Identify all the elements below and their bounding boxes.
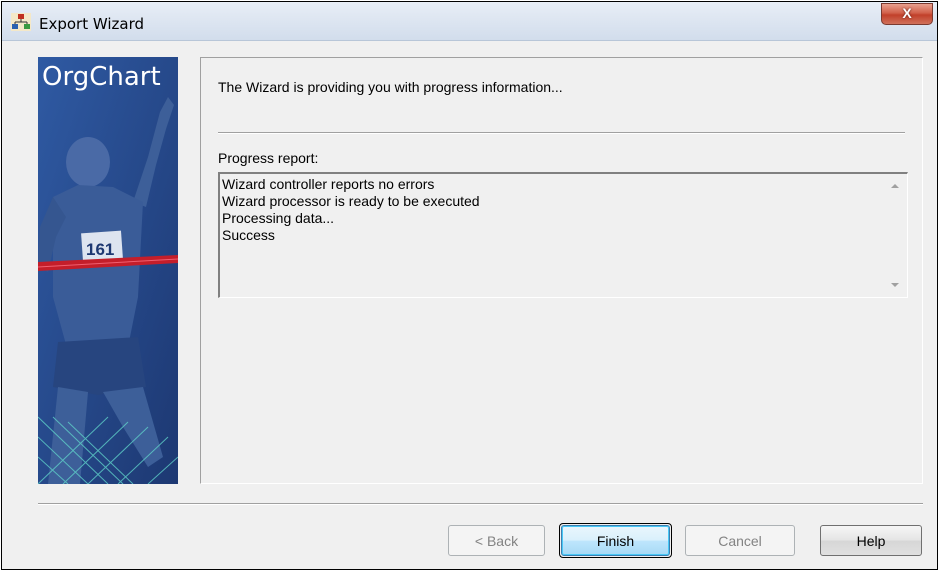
orgchart-app-icon [11, 13, 31, 31]
progress-report-label: Progress report: [218, 150, 319, 166]
header-separator [218, 132, 905, 134]
export-wizard-window: Export Wizard X 161 OrgChart The Wizard … [1, 1, 938, 570]
wizard-banner: 161 OrgChart [38, 57, 178, 484]
report-line: Wizard controller reports no errors [222, 176, 435, 192]
banner-title: OrgChart [42, 62, 161, 92]
cancel-button[interactable]: Cancel [685, 525, 795, 556]
progress-report-box[interactable]: Wizard controller reports no errors Wiza… [218, 172, 908, 298]
window-title: Export Wizard [39, 15, 145, 33]
report-line: Wizard processor is ready to be executed [222, 193, 480, 209]
footer-separator [38, 503, 923, 505]
scroll-down-arrow-icon[interactable] [891, 283, 899, 287]
title-bar[interactable]: Export Wizard X [2, 2, 937, 41]
bib-number: 161 [86, 240, 114, 259]
wizard-header-text: The Wizard is providing you with progres… [218, 79, 563, 95]
report-line: Success [222, 227, 275, 243]
runner-illustration: 161 [38, 57, 178, 484]
close-button[interactable]: X [881, 3, 933, 25]
help-button[interactable]: Help [820, 525, 922, 556]
finish-button[interactable]: Finish [559, 523, 672, 558]
report-line: Processing data... [222, 210, 335, 226]
back-button[interactable]: < Back [448, 525, 545, 556]
close-icon: X [902, 5, 912, 21]
scroll-up-arrow-icon[interactable] [891, 184, 899, 188]
